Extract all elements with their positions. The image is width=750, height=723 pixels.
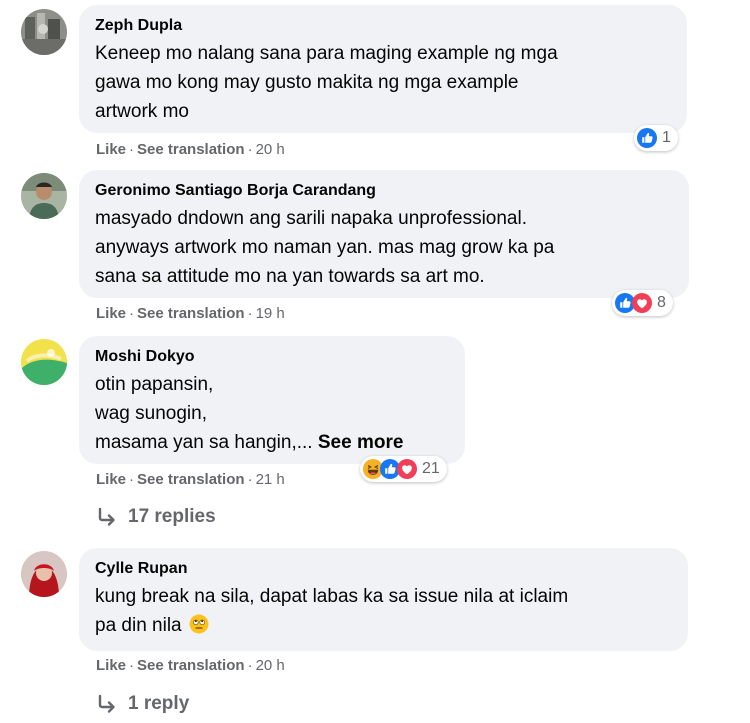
comment-line: masama yan sa hangin,...: [95, 432, 313, 453]
comment-line: otin papansin,: [95, 374, 214, 395]
comment-line: gawa mo kong may gusto makita ng mga exa…: [95, 72, 519, 93]
timestamp[interactable]: 21 h: [256, 471, 285, 488]
like-button[interactable]: Like: [96, 305, 126, 322]
comment-author[interactable]: Cylle Rupan: [95, 558, 672, 580]
timestamp[interactable]: 20 h: [256, 141, 285, 158]
replies-count: 17 replies: [128, 506, 216, 527]
view-replies-button[interactable]: 17 replies: [96, 506, 216, 528]
like-button[interactable]: Like: [96, 141, 126, 158]
see-more-link[interactable]: See more: [318, 432, 404, 453]
comment-bubble: Cylle Rupan kung break na sila, dapat la…: [79, 548, 688, 651]
comment-text: masyado dndown ang sarili napaka unprofe…: [95, 204, 673, 291]
comment-line: masyado dndown ang sarili napaka unprofe…: [95, 208, 527, 229]
comment-line: wag sunogin,: [95, 403, 207, 424]
comment-actions: Like · See translation · 20 h: [96, 657, 285, 674]
avatar[interactable]: [21, 9, 67, 55]
comment-bubble: Moshi Dokyo otin papansin, wag sunogin, …: [79, 336, 465, 464]
comment-author[interactable]: Zeph Dupla: [95, 15, 671, 37]
comment-text: kung break na sila, dapat labas ka sa is…: [95, 582, 672, 640]
comment-line: Keneep mo nalang sana para maging exampl…: [95, 43, 558, 64]
comment-line: sana sa attitude mo na yan towards sa ar…: [95, 266, 485, 287]
reaction-summary[interactable]: 8: [612, 290, 673, 316]
reply-arrow-icon: [96, 507, 118, 527]
avatar[interactable]: [21, 551, 67, 597]
like-button[interactable]: Like: [96, 471, 126, 488]
comment-line: pa din nila: [95, 615, 182, 636]
comment-text: Keneep mo nalang sana para maging exampl…: [95, 39, 671, 126]
comment-line-wrap: masama yan sa hangin,... See more: [95, 428, 449, 457]
love-icon: [632, 293, 652, 313]
see-translation-button[interactable]: See translation: [137, 305, 245, 322]
comment-bubble: Zeph Dupla Keneep mo nalang sana para ma…: [79, 5, 687, 133]
reaction-summary[interactable]: 1: [634, 125, 678, 151]
like-button[interactable]: Like: [96, 657, 126, 674]
like-icon: [637, 128, 657, 148]
love-icon: [397, 459, 417, 479]
comment-line-wrap: pa din nila: [95, 611, 672, 640]
comment-actions: Like · See translation · 21 h: [96, 471, 285, 488]
comment-author[interactable]: Geronimo Santiago Borja Carandang: [95, 180, 673, 202]
reaction-count: 8: [657, 294, 666, 311]
comment-actions: Like · See translation · 20 h: [96, 141, 285, 158]
comment-bubble: Geronimo Santiago Borja Carandang masyad…: [79, 170, 689, 298]
comment-author[interactable]: Moshi Dokyo: [95, 346, 449, 368]
comment-text: otin papansin, wag sunogin, masama yan s…: [95, 370, 449, 457]
see-translation-button[interactable]: See translation: [137, 657, 245, 674]
comment-actions: Like · See translation · 19 h: [96, 305, 285, 322]
avatar[interactable]: [21, 339, 67, 385]
see-translation-button[interactable]: See translation: [137, 471, 245, 488]
avatar[interactable]: [21, 173, 67, 219]
eye-roll-emoji-icon: [189, 614, 209, 634]
reply-arrow-icon: [96, 694, 118, 714]
reaction-summary[interactable]: 21: [360, 456, 447, 482]
replies-count: 1 reply: [128, 693, 190, 714]
reaction-count: 21: [422, 460, 440, 477]
see-translation-button[interactable]: See translation: [137, 141, 245, 158]
view-replies-button[interactable]: 1 reply: [96, 693, 189, 715]
timestamp[interactable]: 19 h: [256, 305, 285, 322]
comment-line: kung break na sila, dapat labas ka sa is…: [95, 586, 569, 607]
reaction-count: 1: [662, 129, 671, 146]
timestamp[interactable]: 20 h: [256, 657, 285, 674]
comment-line: anyways artwork mo naman yan. mas mag gr…: [95, 237, 555, 258]
comment-line: artwork mo: [95, 101, 189, 122]
